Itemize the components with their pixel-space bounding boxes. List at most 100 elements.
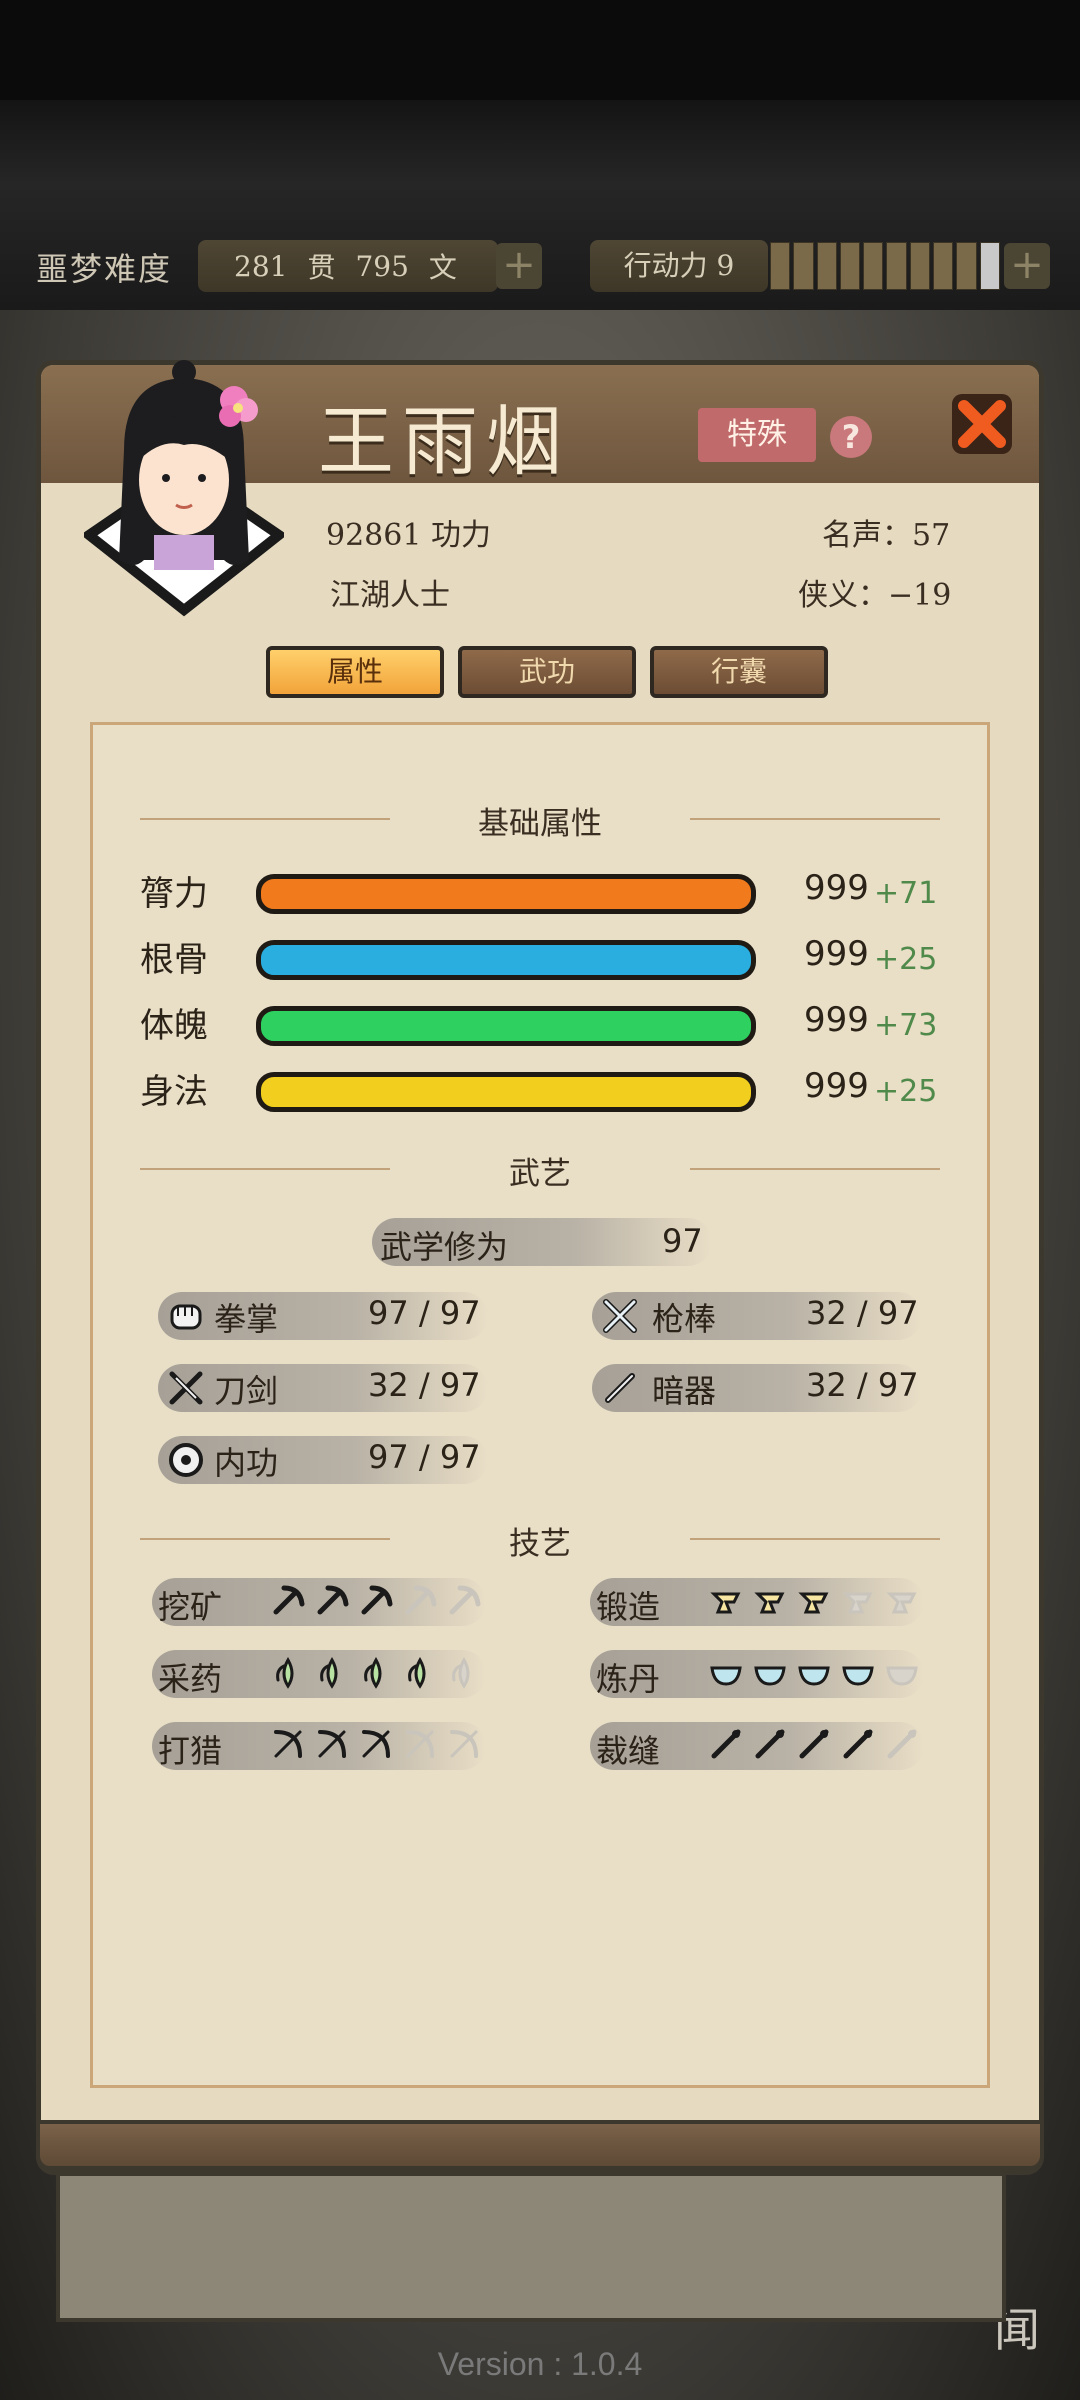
stamina-segment [956,242,977,290]
special-badge[interactable]: 特殊 [698,408,816,462]
cultivation-value: 97 [662,1222,703,1260]
frame-corner [951,722,990,761]
stamina-segment [979,242,1000,290]
character-avatar [84,360,284,617]
identity-text: 江湖人士 [330,578,450,613]
cultivation-label: 武学修为 [380,1228,509,1266]
craft-label: 裁缝 [596,1732,661,1770]
attribute-bonus: +25 [874,942,938,977]
attribute-value: 999 [804,1000,869,1040]
inner-energy-icon [169,1443,203,1477]
money-guan-unit: 贯 [307,251,336,284]
herb-icon [364,1656,382,1689]
swords-icon [169,1371,203,1405]
close-icon[interactable] [946,388,1018,460]
anvil-icon [754,1592,785,1614]
anvil-icon [886,1592,917,1614]
anvil-icon [798,1592,829,1614]
tab-inventory[interactable]: 行囊 [650,646,828,698]
pickaxe-icon [405,1585,437,1615]
stamina-segment [933,242,954,290]
stamina-segment [886,242,907,290]
pickaxe-icon [361,1585,393,1615]
add-money-button[interactable]: + [496,243,542,289]
basic-attributes-title: 基础属性 [140,798,940,843]
craft-label: 锻造 [596,1588,661,1626]
pickaxe-icon [317,1585,349,1615]
frame-corner [951,2049,990,2088]
money-wen: 795 [355,249,409,283]
help-icon[interactable]: ? [830,416,872,458]
craft-level-mortar [708,1654,920,1690]
needle-icon [843,1729,873,1759]
attribute-label: 根骨 [140,940,208,980]
attribute-value: 999 [804,934,869,974]
fame-text: 名声：57 [822,518,951,553]
strength-bar [256,874,756,914]
add-stamina-button[interactable]: + [1004,243,1050,289]
craft-label: 采药 [158,1660,223,1698]
craft-level-pickaxe [270,1582,482,1618]
mortar-icon [754,1666,786,1686]
tab-martial-arts[interactable]: 武功 [458,646,636,698]
bow-icon [450,1730,478,1758]
stamina-segment [793,242,814,290]
crafts-title: 技艺 [140,1518,940,1563]
stamina-segment [909,242,931,290]
herb-icon [452,1656,470,1689]
skill-label: 内功 [214,1444,279,1482]
herb-icon [408,1656,426,1689]
anvil-icon [842,1592,873,1614]
craft-label: 炼丹 [596,1660,661,1698]
frame-corner [90,722,129,761]
stamina-segment [770,242,791,290]
skill-label: 枪棒 [652,1300,717,1338]
dart-icon [605,1373,635,1403]
attribute-label: 身法 [140,1072,208,1112]
panel-footer [36,2120,1044,2170]
craft-label: 打猎 [158,1732,223,1770]
pickaxe-icon [273,1585,305,1615]
attribute-label: 膂力 [140,874,208,914]
attribute-value: 999 [804,1066,869,1106]
craft-level-needle [708,1726,920,1762]
tab-bar: 属性 武功 行囊 [266,646,828,698]
money-display: 281 贯 795 文 [198,240,498,292]
needle-icon [755,1729,785,1759]
bow-icon [406,1730,434,1758]
fist-icon [170,1304,202,1330]
mortar-icon [798,1666,830,1686]
attribute-value: 999 [804,868,869,908]
needle-icon [799,1729,829,1759]
attribute-bonus: +25 [874,1074,938,1109]
mortar-icon [710,1666,742,1686]
needle-icon [711,1729,741,1759]
difficulty-label: 噩梦难度 [36,250,173,288]
money-wen-unit: 文 [428,251,457,284]
physique-bar [256,1006,756,1046]
bow-icon [362,1730,390,1758]
martial-title: 武艺 [140,1148,940,1193]
skill-label: 拳掌 [214,1300,279,1338]
skill-value: 32 / 97 [806,1366,919,1404]
skill-value: 32 / 97 [806,1294,919,1332]
message-box [56,2172,1006,2322]
craft-level-herb [270,1654,482,1690]
tab-attributes[interactable]: 属性 [266,646,444,698]
skill-value: 97 / 97 [368,1438,481,1476]
spear-icon [603,1299,637,1333]
frame-corner [90,2049,129,2088]
stamina-segment [863,242,884,290]
mortar-icon [842,1666,874,1686]
stamina-label: 行动力 9 [590,240,768,292]
version-text: Version : 1.0.4 [437,2346,643,2382]
attribute-label: 体魄 [140,1006,208,1046]
skill-value: 32 / 97 [368,1366,481,1404]
skill-value: 97 / 97 [368,1294,481,1332]
herb-icon [320,1656,338,1689]
skill-label: 暗器 [652,1372,717,1410]
stamina-segment [816,242,837,290]
attribute-bonus: +73 [874,1008,938,1043]
craft-level-bow [270,1726,482,1762]
money-guan: 281 [234,249,288,283]
